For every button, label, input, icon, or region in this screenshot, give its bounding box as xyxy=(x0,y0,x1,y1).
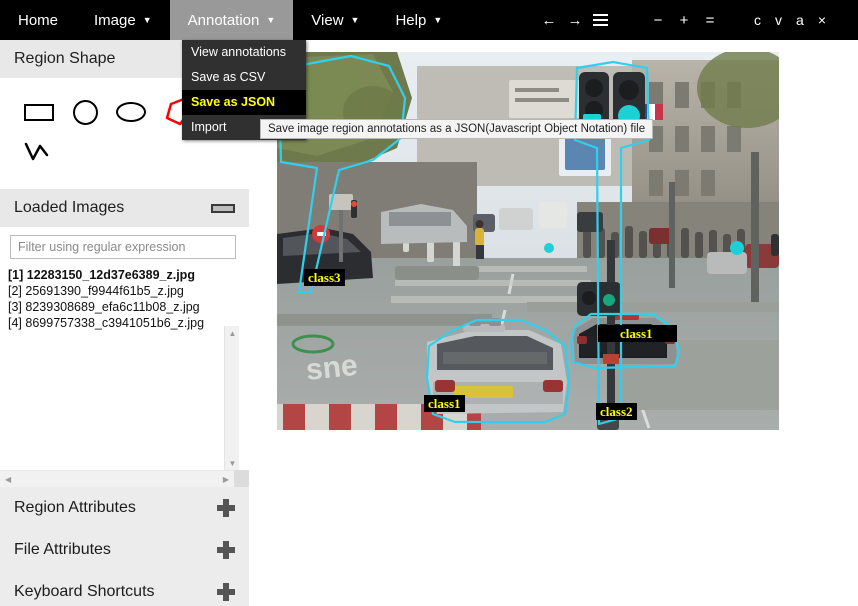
menu-item-help-label: Help xyxy=(395,11,427,29)
scroll-up-icon[interactable]: ▲ xyxy=(225,326,240,340)
hamburger-icon[interactable] xyxy=(593,10,609,30)
ellipse-icon xyxy=(116,102,146,122)
chevron-down-icon: ▼ xyxy=(142,14,152,25)
polyline-icon xyxy=(24,142,49,161)
section-title: Keyboard Shortcuts xyxy=(14,583,155,600)
shape-ellipse-button[interactable] xyxy=(108,92,154,132)
region-label-class1-car[interactable]: class1 xyxy=(598,325,677,342)
menu-item-image[interactable]: Image ▼ xyxy=(76,0,170,40)
plus-icon[interactable] xyxy=(217,583,235,601)
scroll-left-icon[interactable]: ◀ xyxy=(5,475,11,484)
rectangle-icon xyxy=(24,103,54,121)
minimize-icon[interactable] xyxy=(211,203,235,213)
menu-item-home-label: Home xyxy=(18,11,59,29)
region-label-class2[interactable]: class2 xyxy=(596,403,637,420)
file-index: [1] xyxy=(8,268,24,282)
next-image-icon[interactable]: → xyxy=(567,10,583,30)
section-title: Region Attributes xyxy=(14,499,136,516)
menu-option-save-as-csv[interactable]: Save as CSV xyxy=(182,65,306,90)
chevron-down-icon: ▼ xyxy=(266,14,276,25)
list-item[interactable]: [3] 8239308689_efa6c11b08_z.jpg xyxy=(8,299,249,315)
loaded-images-panel-header[interactable]: Loaded Images xyxy=(0,189,249,227)
menu-item-view-label: View xyxy=(311,11,344,29)
image-filter-wrapper xyxy=(0,227,249,263)
circle-icon xyxy=(72,99,98,125)
menu-bar: Home Image ▼ Annotation ▼ View ▼ Help ▼ … xyxy=(0,0,858,40)
list-item[interactable]: [1] 12283150_12d37e6389_z.jpg xyxy=(8,267,249,283)
file-index: [2] xyxy=(8,284,22,298)
loaded-images-list[interactable]: [1] 12283150_12d37e6389_z.jpg [2] 256913… xyxy=(0,267,249,407)
region-shape-title: Region Shape xyxy=(14,50,116,67)
menubar-spacer xyxy=(460,0,535,40)
previous-image-icon[interactable]: ← xyxy=(541,10,557,30)
annotation-regions-overlay[interactable] xyxy=(277,52,779,430)
scroll-right-icon[interactable]: ▶ xyxy=(223,475,229,484)
menu-item-image-label: Image xyxy=(94,11,136,29)
scrollbar-corner xyxy=(234,470,249,487)
file-name: 8699757338_c3941051b6_z.jpg xyxy=(25,316,205,330)
file-name: 25691390_f9944f61b5_z.jpg xyxy=(25,284,184,298)
shape-polyline-button[interactable] xyxy=(16,132,62,172)
chevron-down-icon: ▼ xyxy=(433,14,443,25)
zoom-reset-icon[interactable]: = xyxy=(702,10,718,30)
section-region-attributes[interactable]: Region Attributes xyxy=(0,487,249,529)
section-title: File Attributes xyxy=(14,541,111,558)
menu-option-save-as-json[interactable]: Save as JSON xyxy=(182,90,306,115)
region-polygon-class2-trafficlight[interactable] xyxy=(573,60,651,426)
file-name: 8239308689_efa6c11b08_z.jpg xyxy=(25,300,200,314)
region-label-class1-wagon[interactable]: class1 xyxy=(424,395,465,412)
plus-icon[interactable] xyxy=(217,541,235,559)
file-name: 12283150_12d37e6389_z.jpg xyxy=(26,268,195,282)
menu-item-home[interactable]: Home xyxy=(0,0,76,40)
copy-regions-button[interactable]: c xyxy=(752,12,763,28)
paste-regions-button[interactable]: v xyxy=(773,12,784,28)
section-keyboard-shortcuts[interactable]: Keyboard Shortcuts xyxy=(0,571,249,606)
region-label-class3[interactable]: class3 xyxy=(304,269,345,286)
file-index: [4] xyxy=(8,316,22,330)
delete-regions-button[interactable]: × xyxy=(816,12,828,28)
shape-circle-button[interactable] xyxy=(62,92,108,132)
zoom-out-icon[interactable]: − xyxy=(650,10,666,30)
tooltip: Save image region annotations as a JSON(… xyxy=(260,119,654,139)
menu-option-view-annotations[interactable]: View annotations xyxy=(182,40,306,65)
zoom-in-icon[interactable]: + xyxy=(676,10,692,30)
loaded-images-title: Loaded Images xyxy=(14,199,125,216)
menu-item-view[interactable]: View ▼ xyxy=(293,0,377,40)
file-list-vertical-scrollbar[interactable]: ▲ ▼ xyxy=(224,326,239,470)
image-filter-input[interactable] xyxy=(10,235,236,259)
scroll-down-icon[interactable]: ▼ xyxy=(225,456,240,470)
plus-icon[interactable] xyxy=(217,499,235,517)
section-file-attributes[interactable]: File Attributes xyxy=(0,529,249,571)
menu-item-annotation-label: Annotation xyxy=(187,11,260,29)
menu-item-annotation[interactable]: Annotation ▼ xyxy=(169,0,294,40)
select-all-regions-button[interactable]: a xyxy=(794,12,806,28)
list-item[interactable]: [4] 8699757338_c3941051b6_z.jpg xyxy=(8,315,249,331)
file-index: [3] xyxy=(8,300,22,314)
attribute-sections: Region Attributes File Attributes Keyboa… xyxy=(0,487,249,606)
toolbar: ← → − + = c v a × xyxy=(535,0,858,40)
file-list-horizontal-scrollbar[interactable]: ◀ ▶ xyxy=(0,470,234,487)
annotated-image[interactable]: sne class3 class1 class1 class2 xyxy=(277,52,779,430)
via-annotator-window: Home Image ▼ Annotation ▼ View ▼ Help ▼ … xyxy=(0,0,858,606)
menu-item-help[interactable]: Help ▼ xyxy=(377,0,460,40)
chevron-down-icon: ▼ xyxy=(350,14,360,25)
list-item[interactable]: [2] 25691390_f9944f61b5_z.jpg xyxy=(8,283,249,299)
shape-rect-button[interactable] xyxy=(16,92,62,132)
